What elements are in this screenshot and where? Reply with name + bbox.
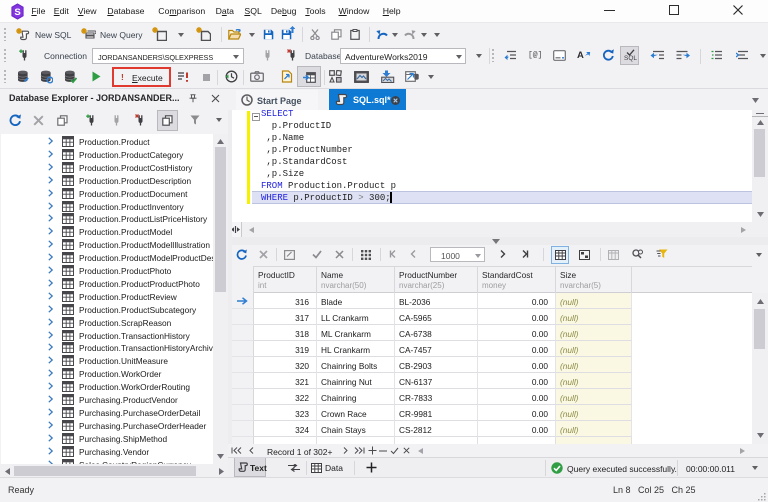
svg-text:S: S — [14, 7, 20, 18]
